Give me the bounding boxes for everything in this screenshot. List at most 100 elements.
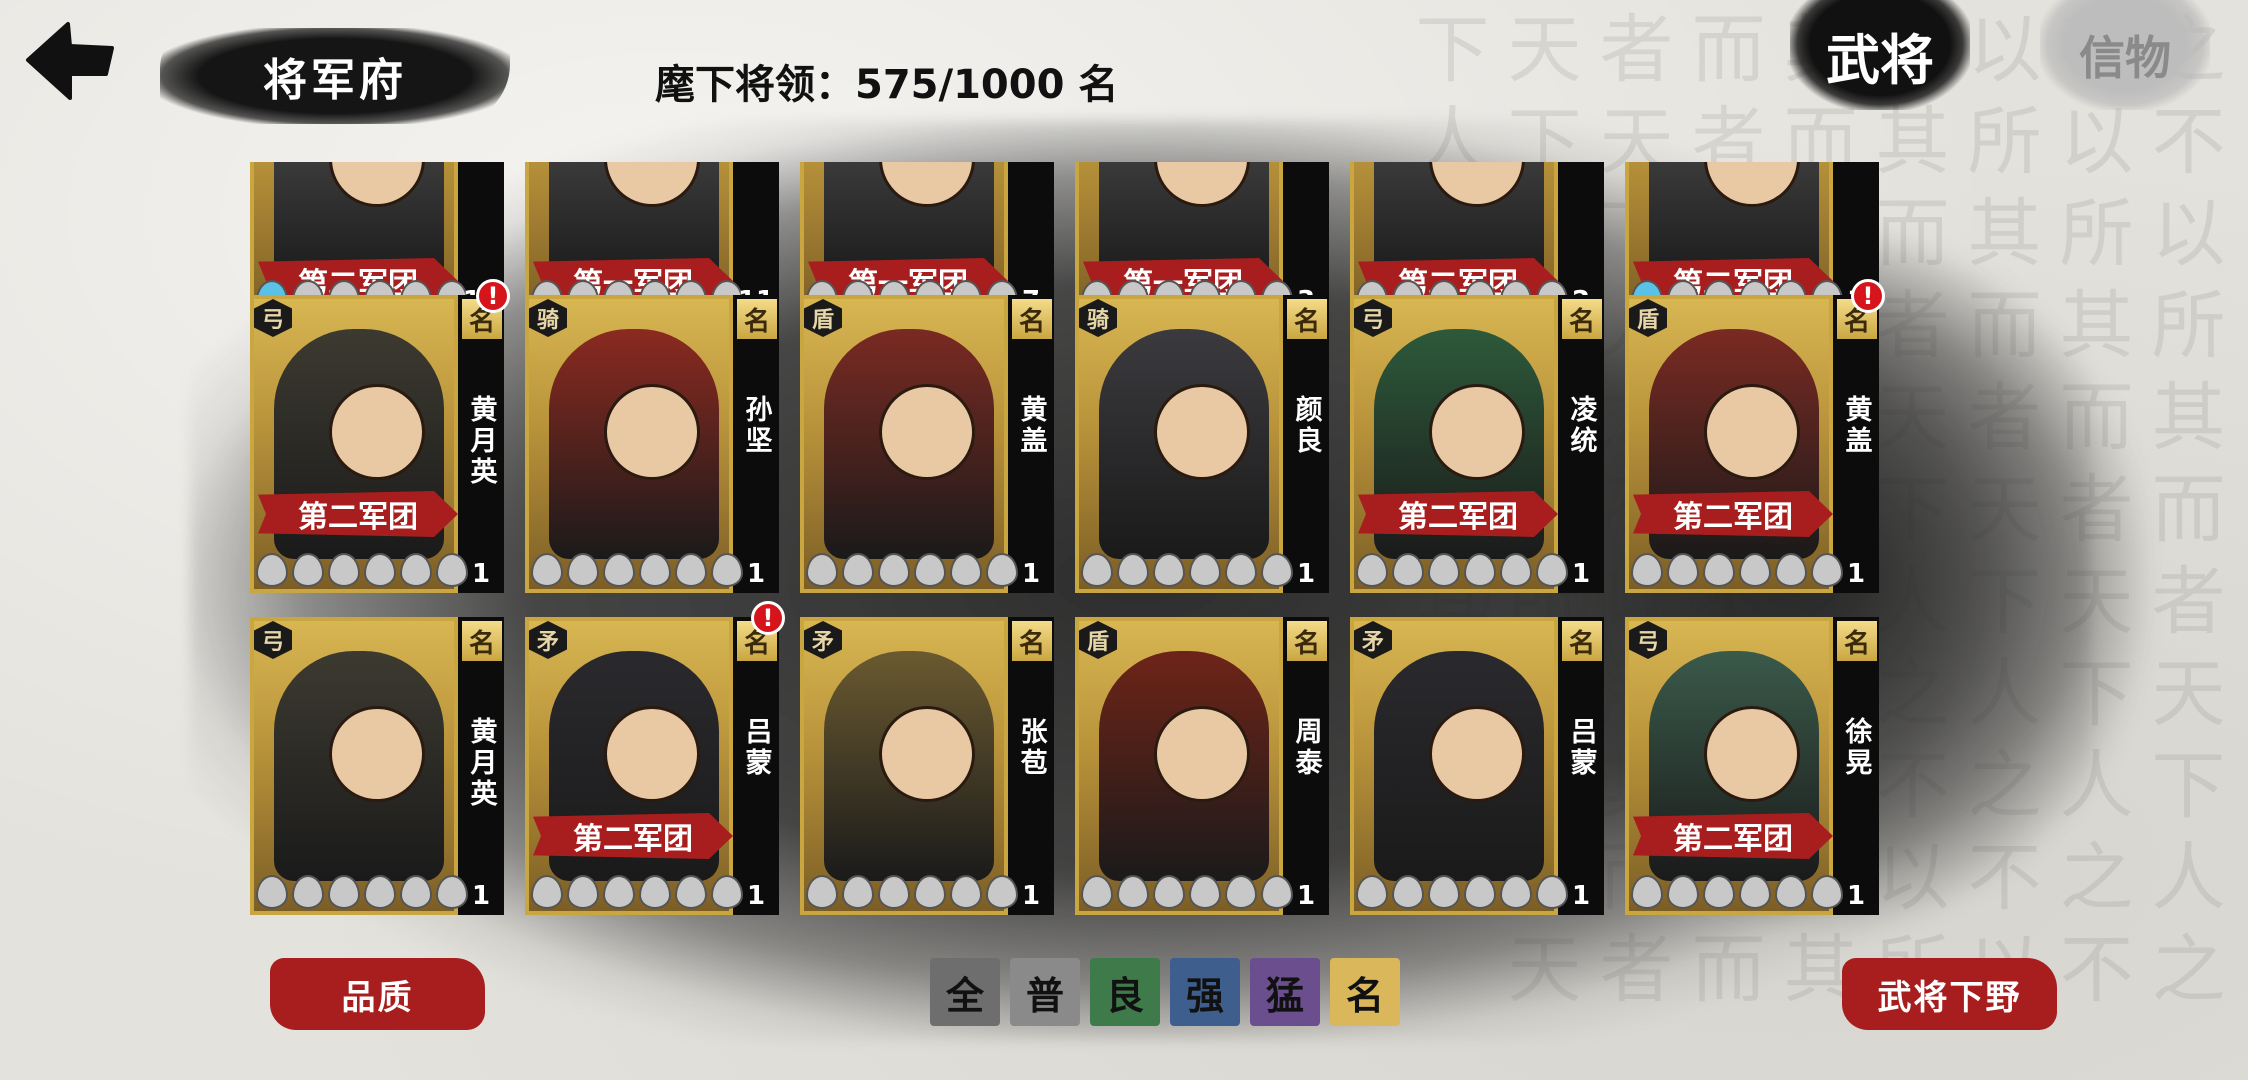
card-row: 弓名黄月英 1 矛名吕蒙! 第二军团 1 矛名张苞 1 盾名周泰 1 矛名吕蒙 1 弓名徐晃 第二军团 1 — [250, 601, 1879, 915]
tab-generals[interactable]: 武将 — [1790, 0, 1970, 110]
general-card[interactable]: 骑名颜良 1 — [1075, 295, 1329, 593]
general-card[interactable]: 矛名吕蒙 1 — [1350, 617, 1604, 915]
general-figure — [1099, 651, 1269, 881]
star-icon — [639, 875, 671, 909]
filter-common-button[interactable]: 普 — [1010, 958, 1080, 1026]
general-level: 1 — [1021, 881, 1041, 911]
filter-strong-button[interactable]: 强 — [1170, 958, 1240, 1026]
general-card[interactable]: 弓名凌统 第二军团 1 — [1350, 295, 1604, 593]
star-icon — [1631, 875, 1663, 909]
alert-badge: ! — [751, 601, 785, 635]
general-face — [1704, 706, 1800, 802]
general-figure — [1374, 651, 1544, 881]
filter-all-button[interactable]: 全 — [930, 958, 1000, 1026]
general-name: 吕蒙 — [740, 717, 772, 779]
general-face — [1429, 162, 1525, 207]
general-level: 1 — [746, 559, 766, 589]
dismiss-general-button[interactable]: 武将下野 — [1842, 958, 2057, 1030]
general-name: 黄月英 — [465, 395, 497, 488]
legion-tag: 第二军团 — [1633, 813, 1833, 859]
general-level: 1 — [1846, 559, 1866, 589]
general-name: 黄盖 — [1015, 395, 1047, 457]
star-icon — [1500, 875, 1532, 909]
star-icon — [1225, 553, 1257, 587]
quality-badge: 名 — [737, 299, 777, 339]
general-level: 1 — [1571, 559, 1591, 589]
general-level: 1 — [471, 881, 491, 911]
general-card[interactable]: 矛名张苞 1 — [800, 617, 1054, 915]
star-icon — [1392, 553, 1424, 587]
star-icon — [1189, 875, 1221, 909]
general-portrait — [1075, 295, 1283, 593]
general-level: 1 — [1846, 881, 1866, 911]
general-portrait — [800, 617, 1008, 915]
star-rating — [1631, 875, 1843, 909]
star-icon — [1703, 553, 1735, 587]
quality-badge: 名 — [1287, 621, 1327, 661]
star-icon — [256, 553, 288, 587]
general-card[interactable]: 弓名黄月英! 第二军团 1 — [250, 279, 510, 593]
star-icon — [878, 875, 910, 909]
general-face — [1154, 162, 1250, 207]
general-card[interactable]: 弓名徐晃 第二军团 1 — [1625, 617, 1879, 915]
legion-tag: 第二军团 — [258, 491, 458, 537]
star-icon — [328, 875, 360, 909]
general-card[interactable]: 盾名黄盖! 第二军团 1 — [1625, 279, 1885, 593]
star-icon — [364, 553, 396, 587]
general-portrait — [250, 617, 458, 915]
general-card[interactable]: 骑名孙坚 1 — [525, 295, 779, 593]
star-icon — [1356, 875, 1388, 909]
general-level: 1 — [1296, 559, 1316, 589]
star-icon — [1117, 875, 1149, 909]
star-icon — [256, 875, 288, 909]
star-icon — [1667, 553, 1699, 587]
troops-count: 麾下将领：575/1000 名 — [655, 62, 1119, 108]
star-icon — [1703, 875, 1735, 909]
filter-fierce-button[interactable]: 猛 — [1250, 958, 1320, 1026]
general-level: 1 — [1021, 559, 1041, 589]
star-icon — [1631, 553, 1663, 587]
star-rating — [1081, 875, 1293, 909]
quality-sort-button[interactable]: 品质 — [270, 958, 485, 1030]
star-icon — [914, 553, 946, 587]
star-icon — [567, 553, 599, 587]
star-icon — [567, 875, 599, 909]
general-level: 1 — [1571, 881, 1591, 911]
filter-famous-button[interactable]: 名 — [1330, 958, 1400, 1026]
quality-badge: 名 — [1562, 299, 1602, 339]
quality-badge: 名 — [462, 621, 502, 661]
general-portrait — [1350, 617, 1558, 915]
star-icon — [292, 553, 324, 587]
quality-badge: 名 — [1562, 621, 1602, 661]
general-face — [604, 162, 700, 207]
star-rating — [1356, 553, 1568, 587]
star-icon — [1500, 553, 1532, 587]
star-icon — [806, 875, 838, 909]
quality-filter-bar: 全 普 良 强 猛 名 — [930, 958, 1400, 1026]
general-card-grid[interactable]: 第二军团11第一军团11第一军团7第一军团3第二军团2第二军团1 弓名黄月英!第… — [250, 162, 1890, 922]
star-icon — [1428, 875, 1460, 909]
star-icon — [675, 875, 707, 909]
star-icon — [364, 875, 396, 909]
star-rating — [531, 553, 743, 587]
general-face — [1154, 384, 1250, 480]
star-icon — [1464, 553, 1496, 587]
general-card[interactable]: 盾名黄盖 1 — [800, 295, 1054, 593]
star-icon — [1153, 875, 1185, 909]
general-face — [329, 384, 425, 480]
general-card[interactable]: 矛名吕蒙! 第二军团 1 — [525, 601, 785, 915]
general-card[interactable]: 弓名黄月英 1 — [250, 617, 504, 915]
star-icon — [531, 875, 563, 909]
general-face — [1704, 384, 1800, 480]
filter-good-button[interactable]: 良 — [1090, 958, 1160, 1026]
back-button[interactable] — [20, 18, 120, 108]
star-rating — [1631, 553, 1843, 587]
tab-tokens[interactable]: 信物 — [2040, 0, 2210, 110]
general-face — [879, 706, 975, 802]
star-icon — [1117, 553, 1149, 587]
star-rating — [1081, 553, 1293, 587]
general-face — [879, 162, 975, 207]
star-icon — [639, 553, 671, 587]
general-card[interactable]: 盾名周泰 1 — [1075, 617, 1329, 915]
star-icon — [1739, 553, 1771, 587]
